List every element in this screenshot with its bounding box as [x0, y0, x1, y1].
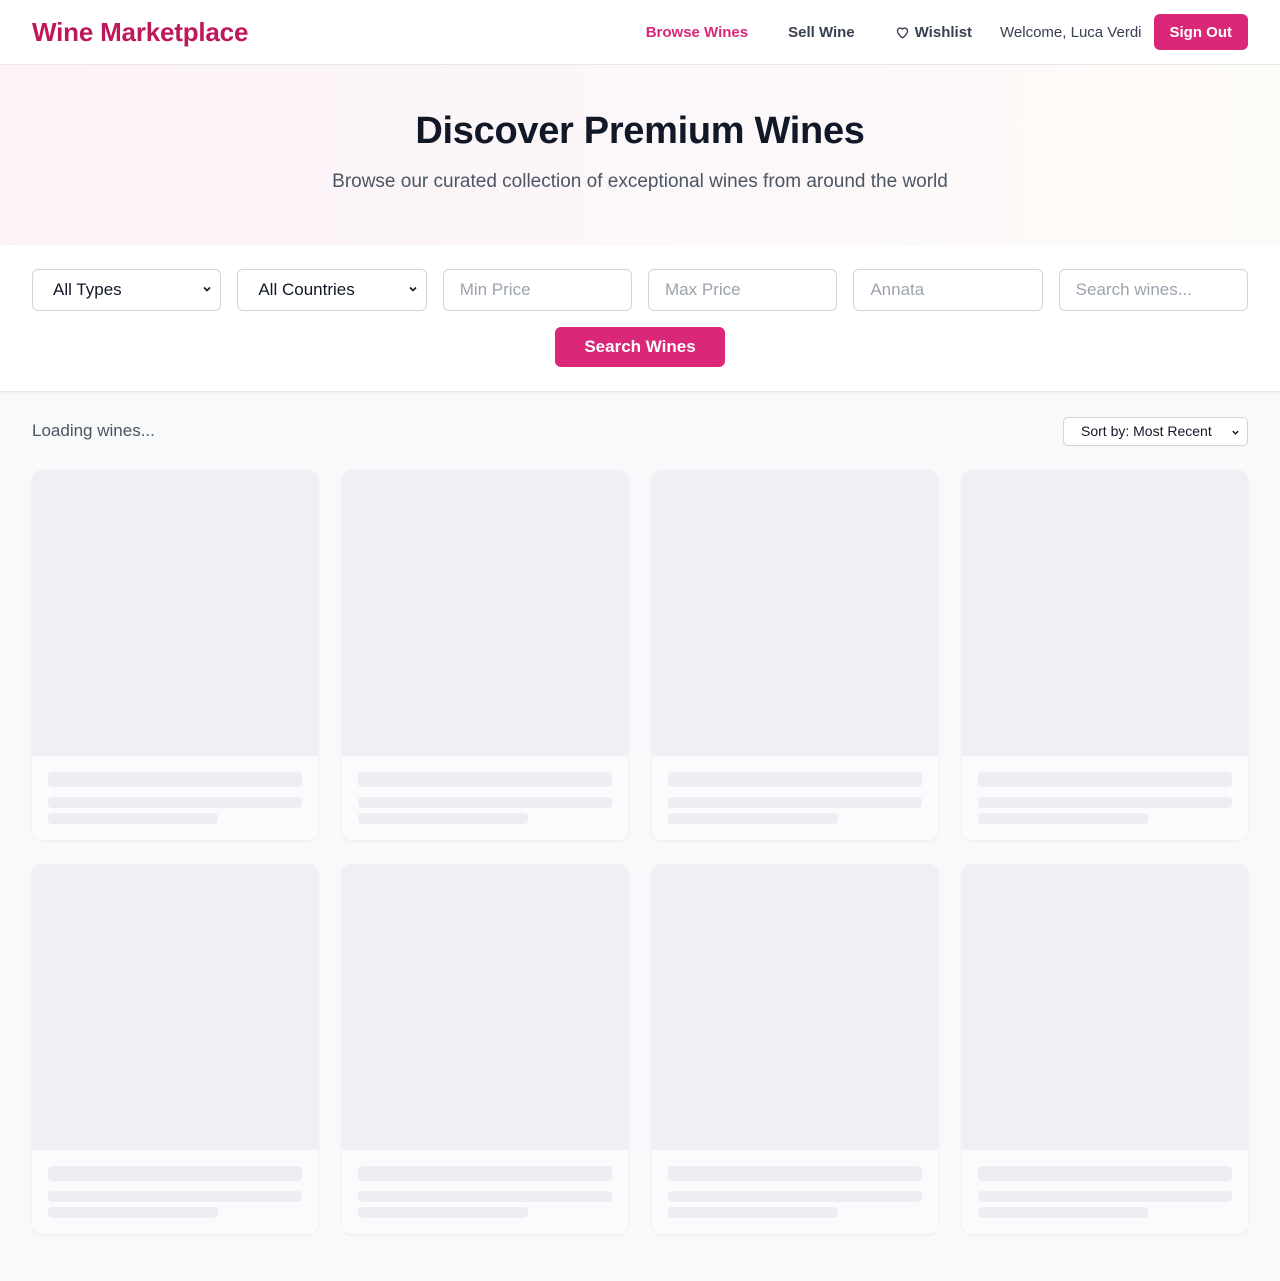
type-select[interactable]: All Types	[32, 269, 222, 311]
skeleton-text-line	[48, 797, 302, 808]
sort-select[interactable]: Sort by: Most Recent	[1063, 416, 1248, 446]
skeleton-body	[962, 756, 1248, 840]
skeleton-title-line	[358, 1166, 612, 1181]
skeleton-title-line	[978, 1166, 1232, 1181]
country-select-value: All Countries	[258, 280, 355, 299]
filter-panel: All Types All Countries Min Price Max Pr…	[0, 245, 1280, 392]
skeleton-body	[32, 756, 318, 840]
nav-wishlist[interactable]: Wishlist	[895, 24, 972, 41]
search-wines-button[interactable]: Search Wines	[555, 327, 725, 367]
skeleton-body	[652, 1150, 938, 1234]
skeleton-text-line	[668, 797, 922, 808]
skeleton-card	[652, 864, 938, 1234]
skeleton-body	[32, 1150, 318, 1234]
skeleton-title-line	[668, 1166, 922, 1181]
skeleton-card	[32, 864, 318, 1234]
skeleton-card	[342, 470, 628, 840]
skeleton-text-line	[978, 797, 1232, 808]
skeleton-title-line	[358, 772, 612, 787]
results-section: Loading wines... Sort by: Most Recent	[0, 392, 1280, 1234]
chevron-down-icon	[203, 286, 211, 292]
chevron-down-icon	[1232, 430, 1239, 435]
sign-out-button[interactable]: Sign Out	[1153, 14, 1248, 50]
sort-select-value: Sort by: Most Recent	[1081, 423, 1212, 439]
welcome-text: Welcome, Luca Verdi	[1000, 23, 1142, 41]
hero-banner: Discover Premium Wines Browse our curate…	[0, 65, 1280, 245]
skeleton-card	[32, 470, 318, 840]
country-select[interactable]: All Countries	[237, 269, 427, 311]
skeleton-card	[342, 864, 628, 1234]
skeleton-image	[652, 864, 938, 1150]
skeleton-title-line	[48, 772, 302, 787]
skeleton-card	[962, 470, 1248, 840]
skeleton-short-line	[978, 813, 1148, 824]
skeleton-short-line	[668, 1207, 838, 1218]
skeleton-image	[652, 470, 938, 756]
hero-subtitle: Browse our curated collection of excepti…	[332, 171, 948, 192]
skeleton-short-line	[358, 813, 528, 824]
skeleton-body	[962, 1150, 1248, 1234]
skeleton-image	[32, 864, 318, 1150]
chevron-down-icon	[409, 286, 417, 292]
skeleton-title-line	[48, 1166, 302, 1181]
skeleton-image	[342, 470, 628, 756]
vintage-input[interactable]: Annata	[853, 269, 1043, 311]
skeleton-body	[342, 756, 628, 840]
hero-title: Discover Premium Wines	[415, 110, 865, 152]
max-price-placeholder: Max Price	[665, 280, 741, 299]
filter-row: All Types All Countries Min Price Max Pr…	[32, 269, 1248, 311]
skeleton-title-line	[668, 772, 922, 787]
skeleton-short-line	[668, 813, 838, 824]
skeleton-short-line	[48, 813, 218, 824]
skeleton-text-line	[48, 1191, 302, 1202]
skeleton-image	[342, 864, 628, 1150]
skeleton-text-line	[978, 1191, 1232, 1202]
skeleton-image	[962, 864, 1248, 1150]
skeleton-text-line	[668, 1191, 922, 1202]
top-navbar: Wine Marketplace Browse Wines Sell Wine …	[0, 0, 1280, 65]
nav-sell-wine[interactable]: Sell Wine	[788, 24, 855, 41]
max-price-input[interactable]: Max Price	[648, 269, 838, 311]
skeleton-body	[342, 1150, 628, 1234]
wine-grid	[32, 470, 1248, 1234]
heart-outline-icon	[896, 26, 908, 38]
loading-status: Loading wines...	[32, 421, 155, 440]
nav-links: Browse Wines Sell Wine Wishlist Welcome,…	[646, 14, 1248, 50]
skeleton-image	[962, 470, 1248, 756]
type-select-value: All Types	[53, 280, 122, 299]
skeleton-short-line	[358, 1207, 528, 1218]
skeleton-card	[652, 470, 938, 840]
search-placeholder: Search wines...	[1075, 280, 1192, 299]
skeleton-title-line	[978, 772, 1232, 787]
min-price-input[interactable]: Min Price	[442, 269, 633, 311]
skeleton-body	[652, 756, 938, 840]
search-button-row: Search Wines	[32, 327, 1248, 367]
min-price-placeholder: Min Price	[459, 280, 531, 299]
skeleton-short-line	[48, 1207, 218, 1218]
vintage-placeholder: Annata	[870, 280, 925, 299]
search-input[interactable]: Search wines...	[1058, 269, 1248, 311]
site-logo[interactable]: Wine Marketplace	[32, 17, 248, 48]
skeleton-text-line	[358, 1191, 612, 1202]
skeleton-image	[32, 470, 318, 756]
nav-browse-wines[interactable]: Browse Wines	[646, 24, 748, 41]
results-bar: Loading wines... Sort by: Most Recent	[32, 392, 1248, 470]
skeleton-card	[962, 864, 1248, 1234]
skeleton-short-line	[978, 1207, 1148, 1218]
skeleton-text-line	[358, 797, 612, 808]
nav-wishlist-label: Wishlist	[914, 23, 973, 41]
